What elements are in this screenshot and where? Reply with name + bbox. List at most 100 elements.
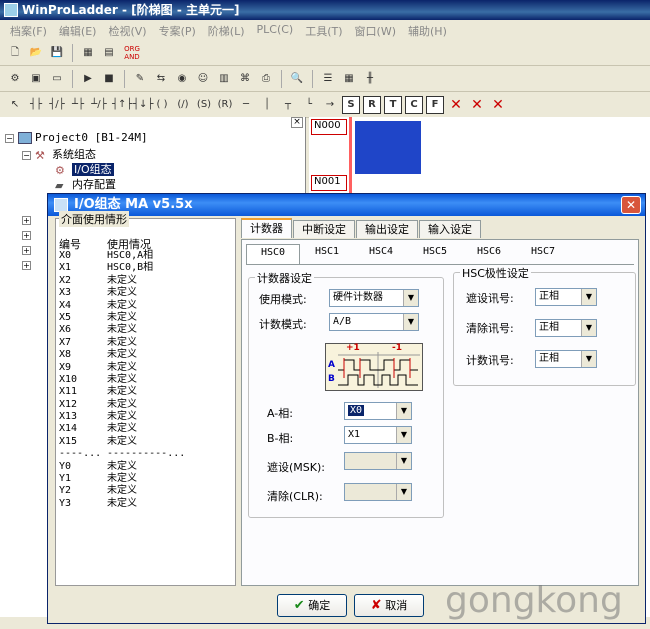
compile-icon[interactable]: ⚙ xyxy=(6,70,24,88)
collapse-icon[interactable]: − xyxy=(5,134,14,143)
delete-icon[interactable]: ✕ xyxy=(447,96,465,114)
contact-parallel-icon[interactable]: ┴├ xyxy=(69,96,87,114)
mask-select[interactable]: ▼ xyxy=(344,452,412,470)
plc-icon[interactable]: ▣ xyxy=(27,70,45,88)
open-folder-icon[interactable]: 📂 xyxy=(27,44,45,62)
vertical-line-icon[interactable]: │ xyxy=(258,96,276,114)
count-mode-select[interactable]: A/B ▼ xyxy=(329,313,419,331)
run-icon[interactable]: ▶ xyxy=(79,70,97,88)
tab-counter[interactable]: 计数器 xyxy=(241,218,292,238)
subtab-hsc5[interactable]: HSC5 xyxy=(408,244,462,264)
menu-ladder[interactable]: 阶梯(L) xyxy=(202,20,251,39)
user-icon[interactable]: ☺ xyxy=(194,70,212,88)
set-button[interactable]: S xyxy=(342,95,360,114)
menu-window[interactable]: 窗口(W) xyxy=(349,20,402,39)
counter-button[interactable]: C xyxy=(405,95,423,114)
pointer-icon[interactable]: ↖ xyxy=(6,96,24,114)
tree-close-button[interactable]: × xyxy=(291,117,303,128)
collapse-icon[interactable]: − xyxy=(22,151,31,160)
coil-set-icon[interactable]: (S) xyxy=(195,96,213,114)
pol-clear-select[interactable]: 正相 ▼ xyxy=(535,319,597,337)
new-file-icon[interactable]: 🗋 xyxy=(6,44,24,62)
selected-cell[interactable] xyxy=(355,121,421,174)
tab-input[interactable]: 输入设定 xyxy=(419,220,481,238)
subtab-hsc1[interactable]: HSC1 xyxy=(300,244,354,264)
menu-file[interactable]: 档案(F) xyxy=(4,20,53,39)
io-usage: 未定义 xyxy=(107,473,137,485)
expand-icon[interactable]: + xyxy=(22,231,31,240)
tag-icon[interactable]: ✎ xyxy=(131,70,149,88)
expand-icon[interactable]: + xyxy=(22,261,31,270)
list-icon[interactable]: ☰ xyxy=(319,70,337,88)
ok-button[interactable]: ✔ 确定 xyxy=(277,594,347,617)
tab-output[interactable]: 输出设定 xyxy=(356,220,418,238)
tree-item-expand[interactable]: + xyxy=(22,243,35,256)
org-and-icon[interactable]: ORG AND xyxy=(121,44,143,62)
tab-interrupt[interactable]: 中断设定 xyxy=(293,220,355,238)
branch-icon[interactable]: ┬ xyxy=(279,96,297,114)
link-icon[interactable]: ⇆ xyxy=(152,70,170,88)
tree-item-project[interactable]: − Project0 [B1-24M] xyxy=(5,131,148,144)
a-phase-select[interactable]: X0 ▼ xyxy=(344,402,412,420)
tree-item-memory-config[interactable]: ▰ 内存配置 xyxy=(55,176,116,192)
tree-item-system-config[interactable]: − ⚒ 系统组态 xyxy=(22,146,96,162)
io-number: X1 xyxy=(59,262,72,274)
watermark: gongkong xyxy=(445,580,623,621)
menu-plc[interactable]: PLC(C) xyxy=(251,20,300,39)
b-phase-select[interactable]: X1 ▼ xyxy=(344,426,412,444)
menu-view[interactable]: 检视(V) xyxy=(102,20,152,39)
horizontal-line-icon[interactable]: ─ xyxy=(237,96,255,114)
network-icon[interactable]: ⌘ xyxy=(236,70,254,88)
stop-icon[interactable]: ■ xyxy=(100,70,118,88)
function-button[interactable]: F xyxy=(426,95,444,114)
menu-project[interactable]: 专案(P) xyxy=(153,20,202,39)
expand-icon[interactable]: + xyxy=(22,216,31,225)
contact-down-icon[interactable]: ┤↓├ xyxy=(132,96,153,114)
coil-neg-icon[interactable]: (/) xyxy=(174,96,192,114)
contact-no-icon[interactable]: ┤├ xyxy=(27,96,45,114)
tree-item-io-config[interactable]: ⚙ I/O组态 xyxy=(55,161,114,177)
close-button[interactable]: ✕ xyxy=(621,196,641,214)
delete-column-icon[interactable]: ✕ xyxy=(489,96,507,114)
parallel-icon[interactable]: ╫ xyxy=(361,70,379,88)
tree-item-expand[interactable]: + xyxy=(22,228,35,241)
clear-select[interactable]: ▼ xyxy=(344,483,412,501)
monitor-icon[interactable]: ▭ xyxy=(48,70,66,88)
save-icon[interactable]: 💾 xyxy=(48,44,66,62)
find-icon[interactable]: 🔍 xyxy=(288,70,306,88)
pol-mask-select[interactable]: 正相 ▼ xyxy=(535,288,597,306)
io-usage: 未定义 xyxy=(107,423,137,435)
ok-label: 确定 xyxy=(308,599,331,612)
subtab-hsc0[interactable]: HSC0 xyxy=(246,244,300,264)
subtab-hsc4[interactable]: HSC4 xyxy=(354,244,408,264)
table-view-icon[interactable]: ▤ xyxy=(100,44,118,62)
and-label: AND xyxy=(124,52,140,61)
contact-nc-icon[interactable]: ┤/├ xyxy=(48,96,66,114)
status-icon[interactable]: ◉ xyxy=(173,70,191,88)
coil-icon[interactable]: ( ) xyxy=(153,96,171,114)
chart-icon[interactable]: ▥ xyxy=(215,70,233,88)
timer-button[interactable]: T xyxy=(384,95,402,114)
coil-reset-icon[interactable]: (R) xyxy=(216,96,234,114)
tree-item-expand[interactable]: + xyxy=(22,213,35,226)
pol-count-select[interactable]: 正相 ▼ xyxy=(535,350,597,368)
menu-help[interactable]: 辅助(H) xyxy=(402,20,453,39)
menu-edit[interactable]: 编辑(E) xyxy=(53,20,103,39)
contact-parallel-nc-icon[interactable]: ┴/├ xyxy=(90,96,108,114)
print-icon[interactable]: ⎙ xyxy=(257,70,275,88)
menu-tools[interactable]: 工具(T) xyxy=(299,20,348,39)
arrow-right-icon[interactable]: → xyxy=(321,96,339,114)
use-mode-select[interactable]: 硬件计数器 ▼ xyxy=(329,289,419,307)
step-icon[interactable]: └ xyxy=(300,96,318,114)
io-number: X15 xyxy=(59,435,78,447)
grid-icon[interactable]: ▦ xyxy=(340,70,358,88)
subtab-hsc6[interactable]: HSC6 xyxy=(462,244,516,264)
ladder-view-icon[interactable]: ▦ xyxy=(79,44,97,62)
expand-icon[interactable]: + xyxy=(22,246,31,255)
tree-item-expand[interactable]: + xyxy=(22,258,35,271)
reset-button[interactable]: R xyxy=(363,95,381,114)
subtab-hsc7[interactable]: HSC7 xyxy=(516,244,570,264)
cancel-button[interactable]: ✘ 取消 xyxy=(354,594,424,617)
delete-row-icon[interactable]: ✕ xyxy=(468,96,486,114)
contact-up-icon[interactable]: ┤↑├ xyxy=(111,96,132,114)
